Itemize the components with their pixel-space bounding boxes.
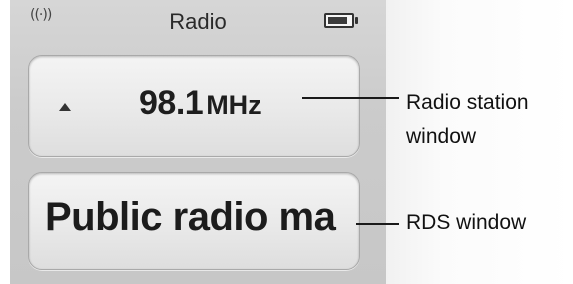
rds-window[interactable]: Public radio ma — [28, 172, 360, 270]
rds-text: Public radio ma — [45, 195, 336, 239]
callout-line-rds — [356, 223, 399, 225]
up-arrow-icon[interactable] — [59, 103, 71, 111]
battery-icon — [324, 13, 358, 28]
status-bar: ((·)) Radio — [10, 0, 386, 42]
callout-radio-station: Radio station window — [406, 86, 529, 154]
callout-station-line2: window — [406, 125, 477, 148]
battery-level — [328, 17, 347, 24]
callout-station-line1: Radio station — [406, 91, 529, 114]
radio-station-window[interactable]: 98.1 MHz — [28, 55, 360, 157]
callout-line-station — [302, 97, 399, 99]
callout-rds: RDS window — [406, 211, 527, 234]
frequency-display: 98.1 MHz — [139, 84, 262, 123]
frequency-value: 98.1 — [139, 84, 204, 122]
frequency-unit: MHz — [206, 90, 262, 120]
